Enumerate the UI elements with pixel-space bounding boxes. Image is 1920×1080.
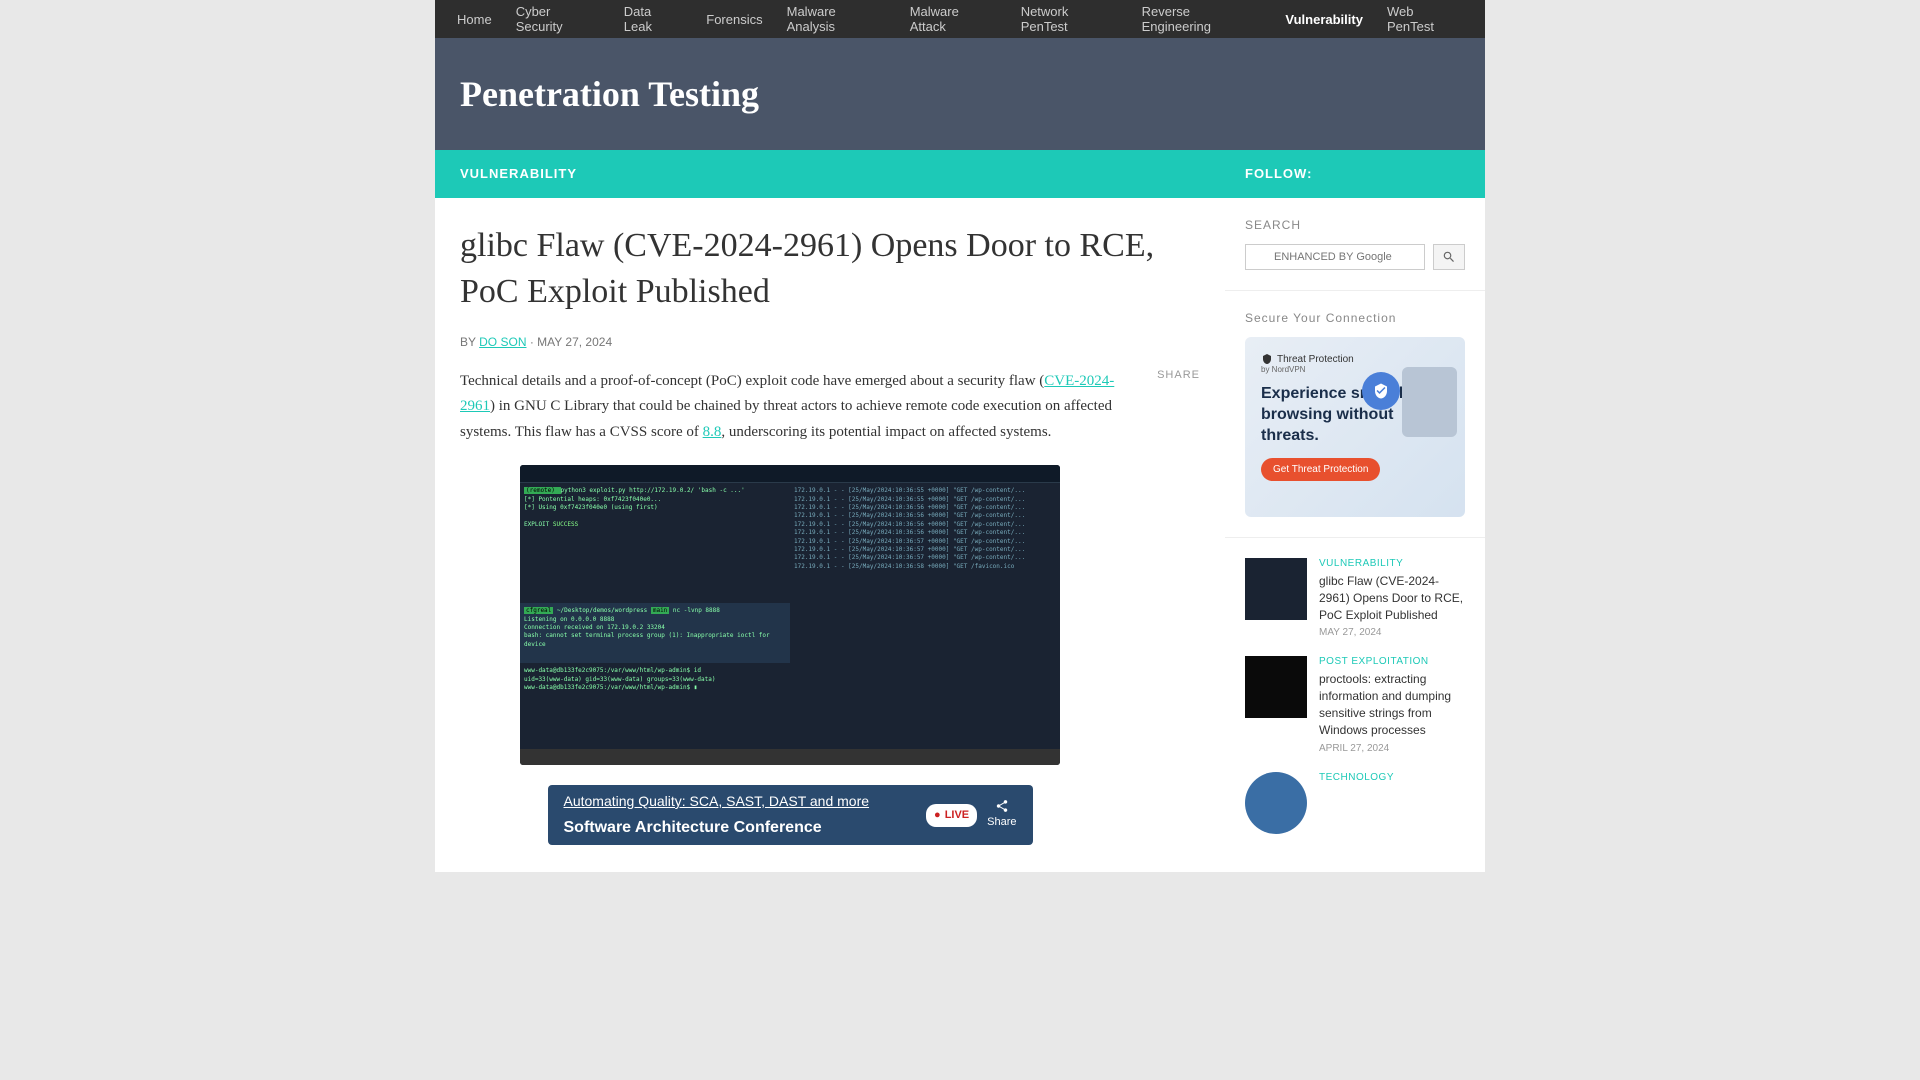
byline: BY DO SON · MAY 27, 2024 [460,335,1200,349]
nav-data-leak[interactable]: Data Leak [612,0,694,44]
video-share-label: Share [987,813,1016,832]
by-label: BY [460,335,476,349]
sidebar: FOLLOW: SEARCH Secure Your Connection [1225,150,1485,872]
ad-brand: Threat Protection [1261,353,1449,365]
top-nav: Home Cyber Security Data Leak Forensics … [435,0,1485,38]
nav-malware-analysis[interactable]: Malware Analysis [775,0,898,44]
nav-reverse-engineering[interactable]: Reverse Engineering [1130,0,1274,44]
author-link[interactable]: DO SON [479,335,526,349]
post-title-link[interactable]: proctools: extracting information and du… [1319,671,1465,738]
nav-malware-attack[interactable]: Malware Attack [898,0,1009,44]
nav-forensics[interactable]: Forensics [694,2,774,37]
secure-widget: Secure Your Connection Threat Protection… [1225,291,1485,538]
cvss-score-link[interactable]: 8.8 [703,424,722,440]
nav-home[interactable]: Home [445,2,504,37]
ad-link[interactable]: Threat Protection by NordVPN Experience … [1245,337,1465,517]
post-category[interactable]: POST EXPLOITATION [1319,656,1465,667]
site-header: Penetration Testing [435,38,1485,150]
post-thumb [1245,656,1307,718]
video-title[interactable]: Automating Quality: SCA, SAST, DAST and … [564,790,870,814]
category-bar: VULNERABILITY [435,150,1225,198]
follow-label: FOLLOW: [1245,166,1312,181]
byline-separator: · [530,335,534,349]
body-text: , underscoring its potential impact on a… [721,424,1051,440]
post-title-link[interactable]: glibc Flaw (CVE-2024-2961) Opens Door to… [1319,573,1465,623]
article-text: Technical details and a proof-of-concept… [460,369,1120,846]
category-label[interactable]: VULNERABILITY [460,166,577,181]
ad-person-image [1402,367,1457,437]
search-title: SEARCH [1245,218,1465,232]
video-embed[interactable]: Automating Quality: SCA, SAST, DAST and … [548,785,1033,845]
post-item[interactable]: VULNERABILITY glibc Flaw (CVE-2024-2961)… [1245,558,1465,638]
post-thumb [1245,772,1307,834]
search-icon [1442,250,1456,264]
share-icon [994,799,1010,813]
recent-posts-widget: VULNERABILITY glibc Flaw (CVE-2024-2961)… [1225,538,1485,872]
body-text: Technical details and a proof-of-concept… [460,373,1044,389]
share-label: SHARE [1157,369,1200,381]
main-column: VULNERABILITY glibc Flaw (CVE-2024-2961)… [435,150,1225,872]
nav-cyber-security[interactable]: Cyber Security [504,0,612,44]
nav-vulnerability[interactable]: Vulnerability [1273,2,1375,37]
post-category[interactable]: TECHNOLOGY [1319,772,1465,783]
ad-card: Threat Protection by NordVPN Experience … [1245,337,1465,517]
search-input[interactable] [1245,244,1425,270]
nav-network-pentest[interactable]: Network PenTest [1009,0,1130,44]
share-column: SHARE [1140,369,1200,846]
post-category[interactable]: VULNERABILITY [1319,558,1465,569]
post-item[interactable]: TECHNOLOGY [1245,772,1465,834]
ad-cta-button[interactable]: Get Threat Protection [1261,458,1380,481]
nav-web-pentest[interactable]: Web PenTest [1375,0,1475,44]
video-subtitle: Software Architecture Conference [564,814,870,841]
search-widget: SEARCH [1225,198,1485,291]
terminal-screenshot: (remote) python3 exploit.py http://172.1… [520,465,1060,765]
article: glibc Flaw (CVE-2024-2961) Opens Door to… [435,198,1225,870]
shield-badge [1362,372,1400,410]
shield-icon [1261,353,1273,365]
post-date: APRIL 27, 2024 [1319,743,1465,754]
shield-check-icon [1372,382,1390,400]
post-thumb [1245,558,1307,620]
post-date: MAY 27, 2024 [1319,627,1465,638]
video-share-button[interactable]: Share [987,799,1016,832]
secure-title: Secure Your Connection [1245,311,1465,325]
search-button[interactable] [1433,244,1465,270]
post-item[interactable]: POST EXPLOITATION proctools: extracting … [1245,656,1465,753]
site-title[interactable]: Penetration Testing [460,73,1460,115]
live-badge: LIVE [926,804,977,827]
article-title: glibc Flaw (CVE-2024-2961) Opens Door to… [460,223,1200,315]
article-date: MAY 27, 2024 [537,335,612,349]
follow-bar: FOLLOW: [1225,150,1485,198]
